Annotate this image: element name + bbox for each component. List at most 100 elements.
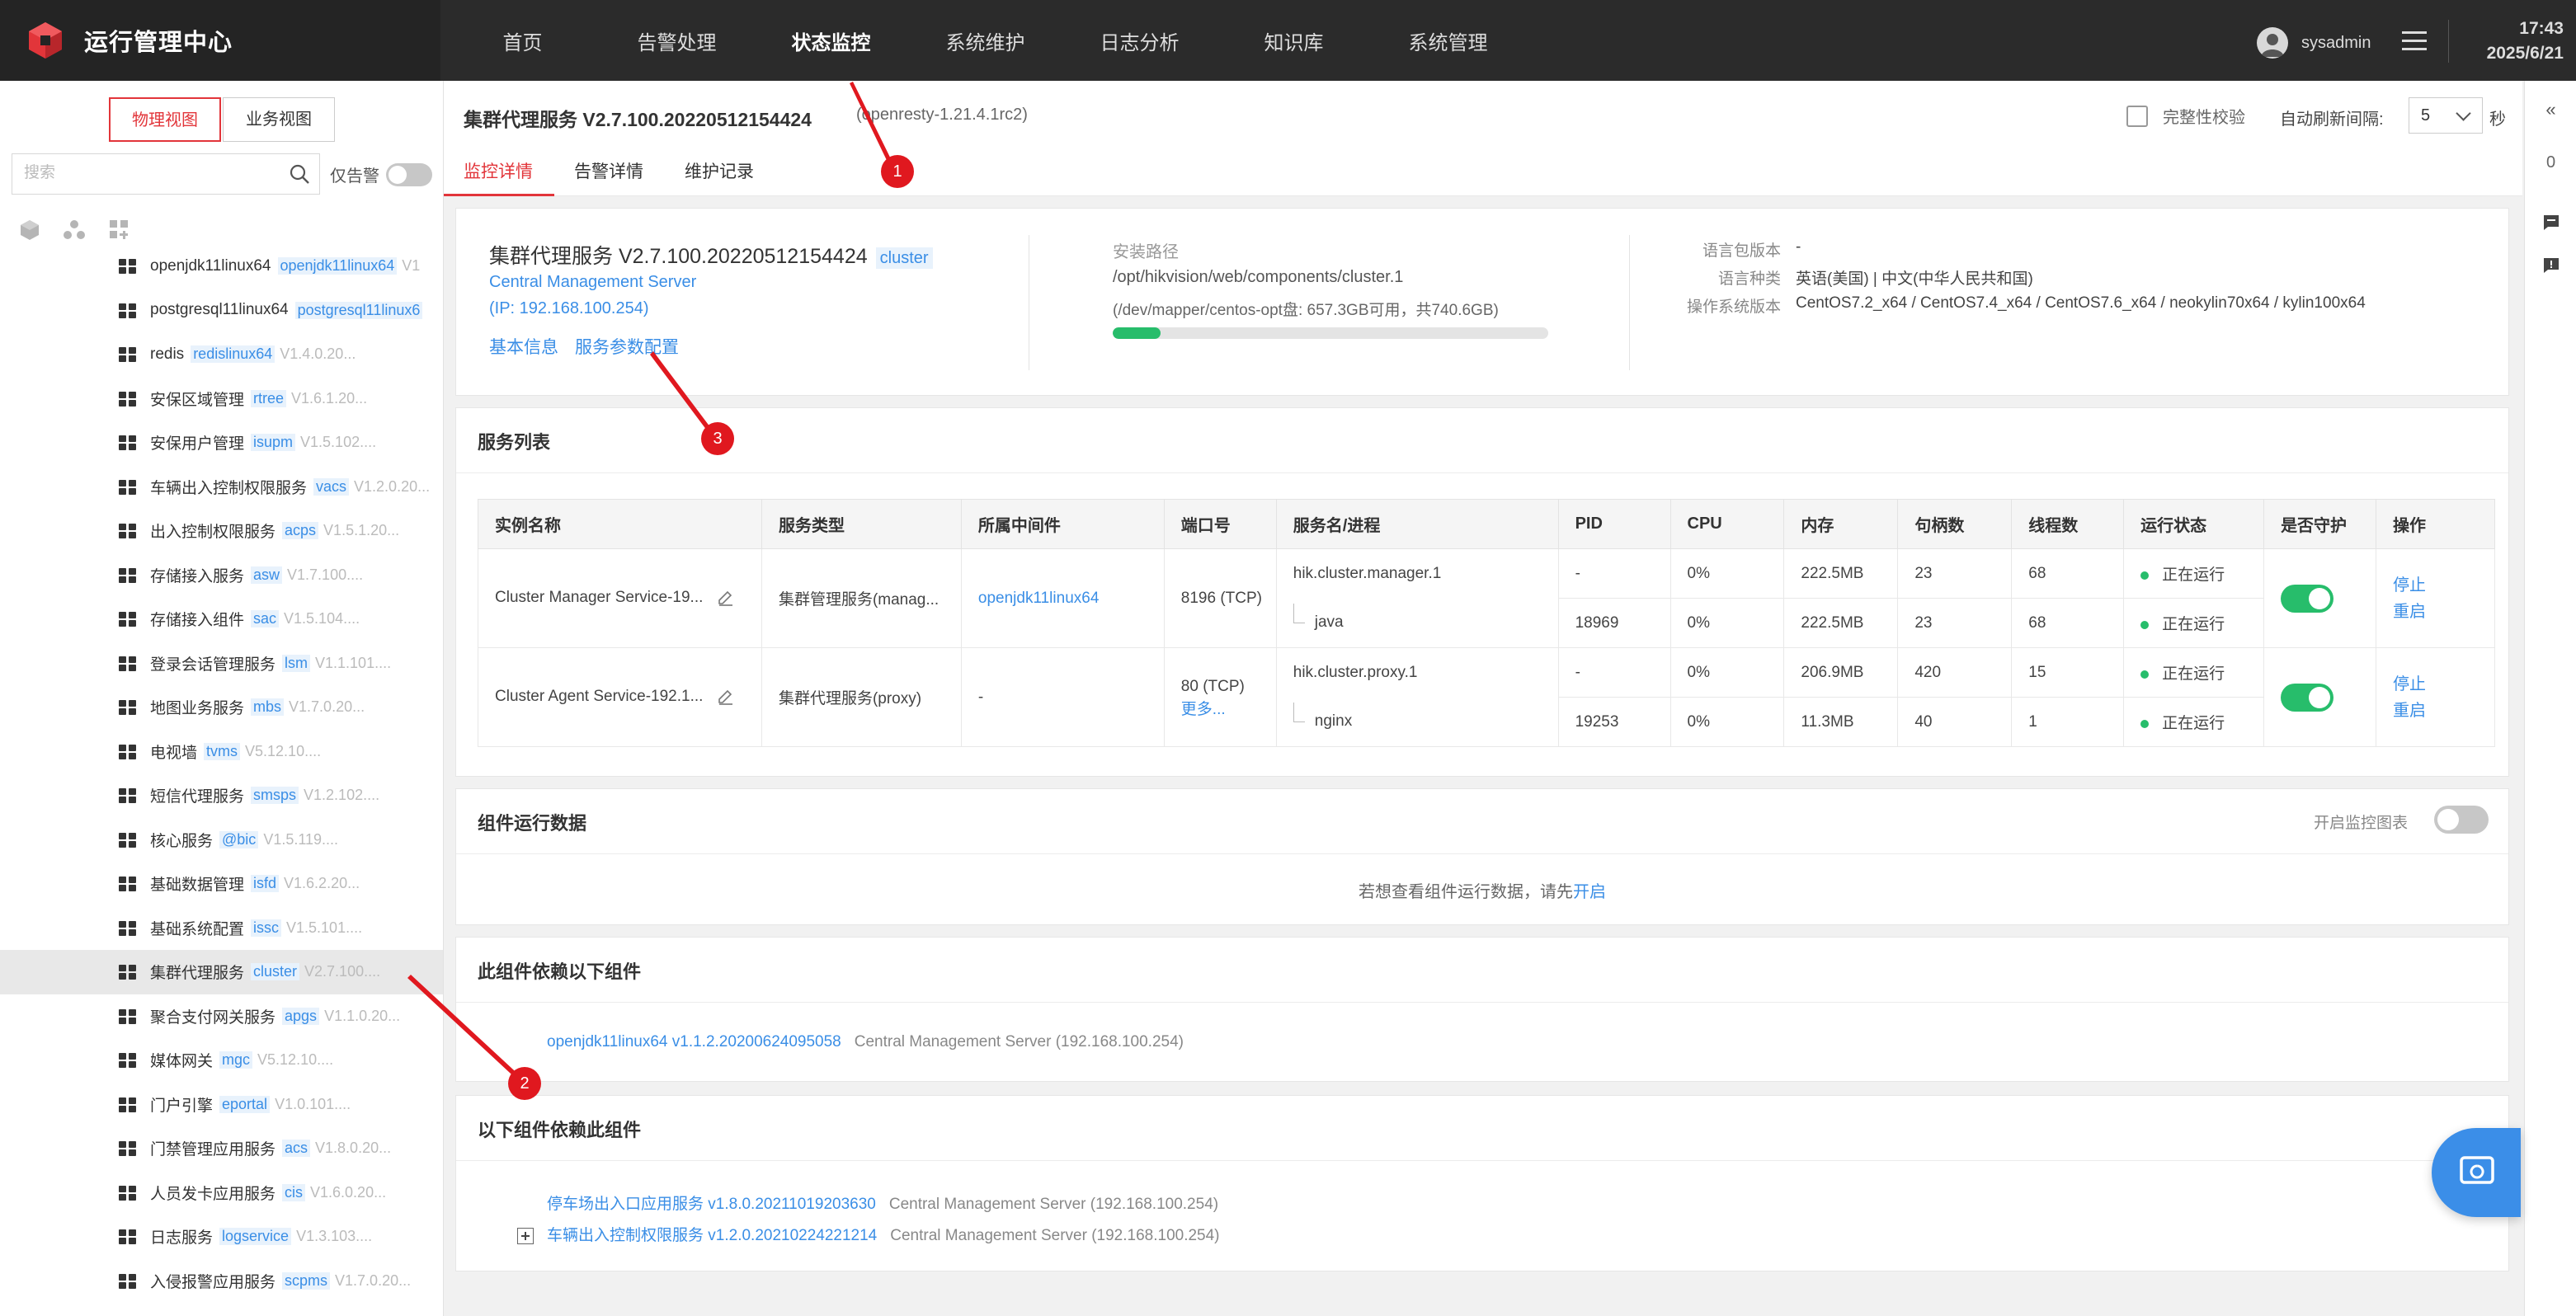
tree-item-tag: scpms xyxy=(282,1271,331,1290)
ops-cell: 停止 重启 xyxy=(2376,647,2495,747)
tree-item[interactable]: postgresql11linux64 postgresql11linux6 xyxy=(0,289,443,333)
search-icon[interactable] xyxy=(288,162,311,186)
nav-alarm[interactable]: 告警处理 xyxy=(600,0,754,81)
dependent-link[interactable]: 停车场出入口应用服务 v1.8.0.20211019203630 xyxy=(547,1196,876,1213)
tab-monitor-detail[interactable]: 监控详情 xyxy=(444,153,554,196)
tree-item[interactable]: 车辆出入控制权限服务 vacs V1.2.0.20... xyxy=(0,465,443,510)
tree-item[interactable]: 基础数据管理 isfd V1.6.2.20... xyxy=(0,862,443,906)
tree-item-tag: mgc xyxy=(219,1051,253,1069)
runtime-data-card: 组件运行数据 开启监控图表 若想查看组件运行数据，请先开启 xyxy=(455,788,2509,925)
guard-toggle[interactable] xyxy=(2281,584,2334,613)
nav-home[interactable]: 首页 xyxy=(445,0,600,81)
guard-toggle[interactable] xyxy=(2281,683,2334,712)
floating-action-button[interactable] xyxy=(2432,1128,2521,1217)
tree-item[interactable]: 登录会话管理服务 lsm V1.1.101.... xyxy=(0,642,443,686)
physical-view-button[interactable]: 物理视图 xyxy=(109,97,221,142)
tree-item[interactable]: 短信代理服务 smsps V1.2.102.... xyxy=(0,773,443,818)
tree-item[interactable]: 基础系统配置 issc V1.5.101.... xyxy=(0,906,443,951)
cube-icon[interactable] xyxy=(18,218,41,241)
tree-item[interactable]: 聚合支付网关服务 apgs V1.1.0.20... xyxy=(0,994,443,1039)
component-icon xyxy=(119,391,137,407)
search-input[interactable] xyxy=(12,154,276,192)
dependent-link[interactable]: 车辆出入控制权限服务 v1.2.0.20210224221214 xyxy=(547,1227,877,1244)
tree-item[interactable]: 核心服务 @bic V1.5.119.... xyxy=(0,818,443,862)
monitor-chart-toggle[interactable] xyxy=(2434,806,2489,834)
integrity-check-button[interactable]: 完整性校验 xyxy=(2126,104,2245,128)
stop-button[interactable]: 停止 xyxy=(2393,671,2494,698)
tab-maintenance-log[interactable]: 维护记录 xyxy=(665,153,775,196)
tree-item[interactable]: 门禁管理应用服务 acs V1.8.0.20... xyxy=(0,1126,443,1171)
stop-button[interactable]: 停止 xyxy=(2393,572,2494,599)
enable-link[interactable]: 开启 xyxy=(1573,883,1606,901)
process-name: nginx xyxy=(1314,712,1353,731)
tree-item-tag: asw xyxy=(251,566,283,584)
basic-info-link[interactable]: 基本信息 xyxy=(489,334,558,359)
tree-item[interactable]: 媒体网关 mgc V5.12.10.... xyxy=(0,1038,443,1083)
edit-icon[interactable] xyxy=(716,688,734,706)
tree-item[interactable]: 门户引擎 eportal V1.0.101.... xyxy=(0,1083,443,1127)
clock: 17:43 2025/6/21 xyxy=(2460,16,2564,66)
hamburger-menu-icon[interactable] xyxy=(2402,31,2427,51)
component-tree: openjdk11linux64 openjdk11linux64 V1 postgr… xyxy=(0,244,443,1304)
tab-alarm-detail[interactable]: 告警详情 xyxy=(554,153,665,196)
tree-branch-icon xyxy=(1293,703,1305,723)
hierarchy-icon[interactable] xyxy=(63,218,86,241)
tree-item[interactable]: 人员发卡应用服务 cis V1.6.0.20... xyxy=(0,1171,443,1215)
nav-monitor[interactable]: 状态监控 xyxy=(754,0,908,81)
tree-item[interactable]: 安保区域管理 rtree V1.6.1.20... xyxy=(0,377,443,421)
tree-item[interactable]: 集群代理服务 cluster V2.7.100.... xyxy=(0,950,443,994)
restart-button[interactable]: 重启 xyxy=(2393,698,2494,724)
refresh-interval-select[interactable]: 5 xyxy=(2409,97,2483,134)
tree-item-version: V1.3.103.... xyxy=(296,1228,373,1245)
user-menu[interactable]: sysadmin xyxy=(2257,27,2371,59)
component-icon xyxy=(119,347,137,362)
tree-item[interactable]: 存储接入服务 asw V1.7.100.... xyxy=(0,553,443,598)
refresh-label: 自动刷新间隔: xyxy=(2280,110,2384,129)
nav-knowledge[interactable]: 知识库 xyxy=(1217,0,1371,81)
info-server[interactable]: Central Management Server xyxy=(489,273,696,292)
tree-item-tag: postgresql11linux6 xyxy=(294,301,423,319)
service-params-link[interactable]: 服务参数配置 xyxy=(575,334,679,359)
process-name: hik.cluster.proxy.1 xyxy=(1275,647,1559,698)
tree-item-name: 入侵报警应用服务 xyxy=(150,1273,276,1291)
dependency-link[interactable]: openjdk11linux64 v1.1.2.20200624095058 xyxy=(547,1033,841,1050)
port-more-link[interactable]: 更多... xyxy=(1181,699,1276,721)
info-service-name-text: 集群代理服务 V2.7.100.20220512154424 xyxy=(489,245,868,268)
column-header: 端口号 xyxy=(1163,499,1277,549)
tree-item[interactable]: openjdk11linux64 openjdk11linux64 V1 xyxy=(0,244,443,289)
component-icon xyxy=(119,1229,137,1244)
edit-icon[interactable] xyxy=(716,589,734,607)
business-view-button[interactable]: 业务视图 xyxy=(223,97,335,142)
tree-item[interactable]: 存储接入组件 sac V1.5.104.... xyxy=(0,597,443,642)
tree-item-version: V1.5.102.... xyxy=(300,434,377,451)
tree-item-tag: redislinux64 xyxy=(191,345,275,364)
ops-cell: 停止 重启 xyxy=(2376,548,2495,648)
alarm-only-toggle[interactable] xyxy=(386,163,432,186)
tree-item[interactable]: 安保用户管理 isupm V1.5.102.... xyxy=(0,421,443,465)
tree-item-tag: issc xyxy=(251,919,282,937)
tree-item[interactable]: 出入控制权限服务 acps V1.5.1.20... xyxy=(0,509,443,553)
alert-message-icon[interactable] xyxy=(2525,256,2576,280)
expand-icon[interactable] xyxy=(517,1227,534,1244)
tree-toolbar xyxy=(18,218,152,241)
tree-item-name: 存储接入服务 xyxy=(150,567,245,585)
tree-item[interactable]: redis redislinux64 V1.4.0.20... xyxy=(0,332,443,377)
tree-item-tag: mbs xyxy=(251,698,285,717)
tree-branch-icon xyxy=(1293,604,1305,624)
tree-item[interactable]: 入侵报警应用服务 scpms V1.7.0.20... xyxy=(0,1259,443,1304)
tree-item-tag: @bic xyxy=(219,830,259,848)
message-icon[interactable] xyxy=(2525,213,2576,237)
tree-item[interactable]: 电视墙 tvms V5.12.10.... xyxy=(0,730,443,774)
hint-text: 若想查看组件运行数据，请先 xyxy=(1359,883,1573,901)
tree-item[interactable]: 日志服务 logservice V1.3.103.... xyxy=(0,1215,443,1259)
nav-maintenance[interactable]: 系统维护 xyxy=(908,0,1062,81)
tree-item-tag: sac xyxy=(251,610,280,628)
nav-system[interactable]: 系统管理 xyxy=(1371,0,1525,81)
middleware-link[interactable]: openjdk11linux64 xyxy=(960,548,1165,648)
restart-button[interactable]: 重启 xyxy=(2393,599,2494,625)
grid-add-icon[interactable] xyxy=(107,218,130,241)
tree-item[interactable]: 地图业务服务 mbs V1.7.0.20... xyxy=(0,685,443,730)
nav-log[interactable]: 日志分析 xyxy=(1062,0,1217,81)
right-rail: « 0 xyxy=(2524,81,2576,1316)
collapse-icon[interactable]: « xyxy=(2525,99,2576,120)
